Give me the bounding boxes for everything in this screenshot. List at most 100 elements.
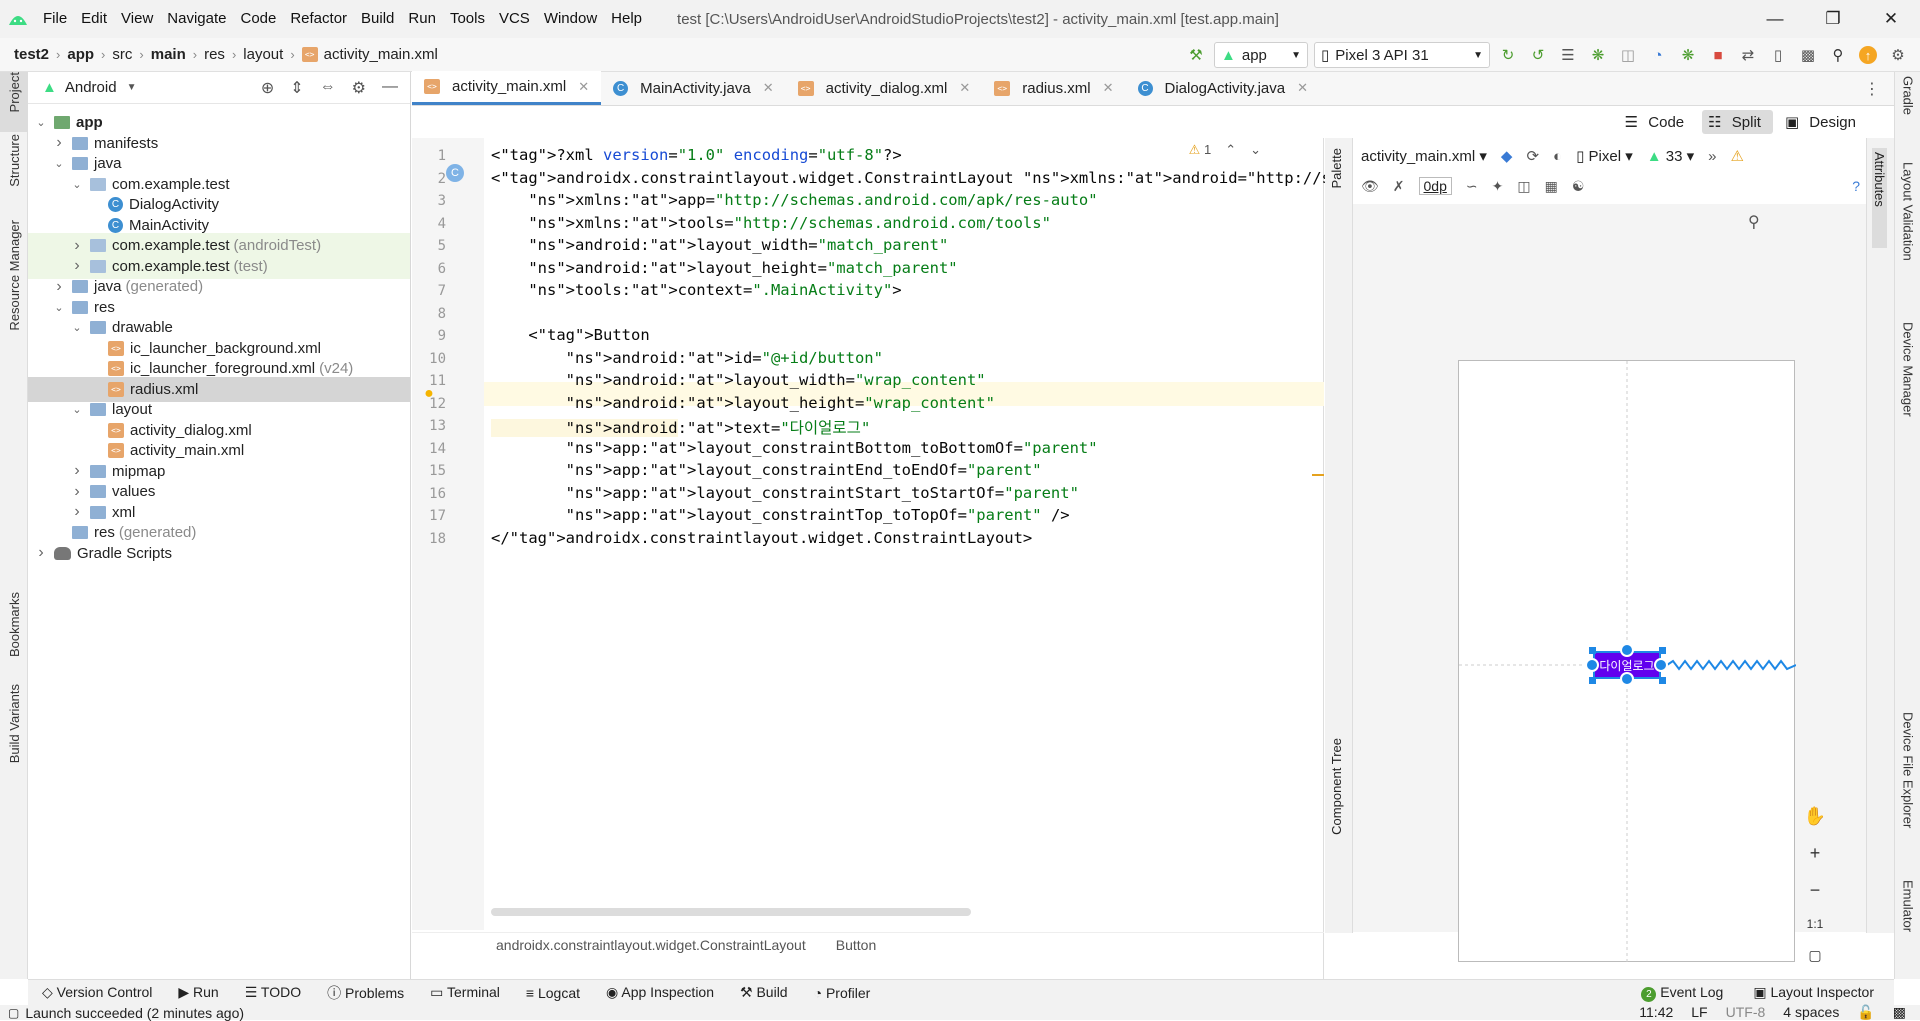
layout-inspector-tab[interactable]: ▣ Layout Inspector	[1753, 984, 1874, 1002]
constraint-end-handle[interactable]	[1654, 658, 1668, 672]
attributes-tab[interactable]: Attributes	[1872, 148, 1887, 248]
chevron-down-icon[interactable]: ⌄	[70, 178, 84, 191]
path-constraint-layout[interactable]: androidx.constraintlayout.widget.Constra…	[496, 937, 806, 953]
constraint-bottom-handle[interactable]	[1620, 672, 1634, 686]
tool-tab-resource-manager[interactable]: Resource Manager	[0, 220, 28, 336]
device-frame[interactable]: 다이얼로그	[1458, 360, 1796, 963]
api-level-select[interactable]: ▲ 33 ▾	[1647, 147, 1694, 165]
gear-icon[interactable]: ⚙	[352, 78, 366, 98]
constraint-top-handle[interactable]	[1620, 643, 1634, 657]
device-manager-icon[interactable]: ▯	[1766, 43, 1790, 67]
menu-view[interactable]: View	[114, 0, 160, 38]
chevron-right-icon[interactable]: ›	[70, 257, 84, 275]
code-line[interactable]: </"tag">androidx.constraintlayout.widget…	[491, 529, 1032, 547]
close-tab-icon[interactable]: ✕	[578, 79, 589, 95]
chevron-right-icon[interactable]: ›	[34, 544, 48, 562]
menu-help[interactable]: Help	[604, 0, 649, 38]
coverage-icon[interactable]: ◫	[1616, 43, 1640, 67]
chevron-down-icon[interactable]: ⌄	[70, 403, 84, 416]
tool-terminal[interactable]: ▭ Terminal	[430, 984, 500, 1001]
menu-navigate[interactable]: Navigate	[160, 0, 233, 38]
menu-code[interactable]: Code	[233, 0, 283, 38]
warning-marker[interactable]	[1312, 474, 1324, 476]
crumb-project[interactable]: test2	[14, 46, 49, 63]
editor-tab[interactable]: C DialogActivity.java ✕	[1126, 71, 1321, 105]
code-line[interactable]: "ns">tools:"at">context=".MainActivity">	[491, 281, 901, 299]
close-tab-icon[interactable]: ✕	[1103, 80, 1114, 96]
tool-tab-bookmarks[interactable]: Bookmarks	[0, 592, 28, 672]
pack-icon[interactable]: ◫	[1517, 178, 1530, 195]
code-line[interactable]: "ns">xmlns:"at">tools="http://schemas.an…	[491, 214, 1051, 232]
code-editor[interactable]: 1 2 3 4 5 6 7 8 9 10 11 12 13 14 15 16 17 18 <"tag">?xml …	[412, 138, 1415, 980]
lock-icon[interactable]: 🔓	[1857, 1004, 1874, 1021]
editor-tab[interactable]: <> radius.xml ✕	[982, 71, 1125, 105]
resize-handle[interactable]	[1659, 647, 1666, 654]
crumb-layout[interactable]: layout	[243, 46, 283, 63]
tool-profiler[interactable]: ◔ Profiler	[814, 985, 871, 1001]
code-line[interactable]: <"tag">Button	[491, 326, 649, 344]
resize-handle[interactable]	[1589, 677, 1596, 684]
chevron-down-icon[interactable]: ⌄	[70, 321, 84, 334]
code-line[interactable]: "ns">android:"at">text="다이얼로그"	[491, 416, 870, 438]
night-mode-icon[interactable]: ◐	[1553, 148, 1562, 165]
apply-code-changes-icon[interactable]: ↺	[1526, 43, 1550, 67]
menu-vcs[interactable]: VCS	[492, 0, 537, 38]
chevron-right-icon[interactable]: ›	[70, 462, 84, 480]
tool-tab-build-variants[interactable]: Build Variants	[0, 684, 28, 784]
infer-constraints-icon[interactable]: ✦	[1492, 178, 1504, 195]
class-gutter-icon[interactable]: C	[446, 164, 464, 182]
resize-handle[interactable]	[1589, 647, 1596, 654]
code-line[interactable]: "ns">android:"at">layout_height="match_p…	[491, 259, 957, 277]
run-config-select[interactable]: ▲ app ▼	[1214, 42, 1308, 68]
attach-debugger-icon[interactable]: ❋	[1676, 43, 1700, 67]
view-options-icon[interactable]: 👁	[1361, 178, 1379, 195]
more-options-icon[interactable]: »	[1708, 148, 1716, 165]
path-button[interactable]: Button	[836, 937, 876, 953]
chevron-right-icon[interactable]: ›	[70, 483, 84, 501]
tool-tab-layout-validation[interactable]: Layout Validation	[1895, 162, 1920, 302]
menu-edit[interactable]: Edit	[74, 0, 114, 38]
tool-tab-structure[interactable]: Structure	[0, 134, 28, 214]
device-select[interactable]: ▯ Pixel 3 API 31 ▼	[1314, 42, 1490, 68]
design-canvas[interactable]: ⚲ 다이얼로그	[1353, 204, 1866, 963]
caret-position[interactable]: 11:42	[1639, 1004, 1673, 1021]
chevron-down-icon[interactable]: ⌄	[34, 116, 48, 129]
code-line[interactable]: <"tag">?xml version="1.0" encoding="utf-…	[491, 146, 902, 164]
chevron-down-icon[interactable]: ⌄	[52, 157, 66, 170]
tree-item[interactable]: › Gradle Scripts	[28, 541, 410, 566]
sdk-manager-icon[interactable]: ▩	[1796, 43, 1820, 67]
tool-tab-device-manager[interactable]: Device Manager	[1895, 322, 1920, 442]
tool-tab-device-file-explorer[interactable]: Device File Explorer	[1895, 712, 1920, 862]
constraint-start-handle[interactable]	[1585, 658, 1599, 672]
editor-tab[interactable]: C MainActivity.java ✕	[601, 71, 786, 105]
code-line[interactable]: "ns">xmlns:"at">app="http://schemas.andr…	[491, 191, 1097, 209]
expand-all-icon[interactable]: ⇕	[290, 78, 303, 98]
status-message[interactable]: Launch succeeded (2 minutes ago)	[25, 1005, 244, 1021]
next-highlight-icon[interactable]: ⌄	[1250, 142, 1261, 158]
code-line[interactable]: <"tag">androidx.constraintlayout.widget.…	[491, 169, 1415, 187]
design-surface-icon[interactable]: ◆	[1501, 147, 1513, 165]
tool-build[interactable]: ⚒ Build	[740, 984, 788, 1001]
collapse-all-icon[interactable]: ⇔	[320, 78, 336, 98]
run-config-list-icon[interactable]: ☰	[1556, 43, 1580, 67]
component-tree-tab[interactable]: Component Tree	[1329, 738, 1344, 835]
crumb-res[interactable]: res	[204, 46, 225, 63]
tool-logcat[interactable]: ≡ Logcat	[526, 985, 580, 1001]
code-line[interactable]: "ns">android:"at">layout_height="wrap_co…	[491, 394, 995, 412]
mode-design-button[interactable]: ▣ Design	[1779, 110, 1868, 134]
tool-tab-emulator[interactable]: Emulator	[1895, 880, 1920, 960]
apply-changes-restart-icon[interactable]: ↻	[1496, 43, 1520, 67]
minimize-button[interactable]: —	[1746, 0, 1804, 38]
locate-icon[interactable]: ⊕	[261, 78, 274, 98]
chevron-right-icon[interactable]: ›	[52, 134, 66, 152]
menu-build[interactable]: Build	[354, 0, 401, 38]
search-icon[interactable]: ⚲	[1826, 43, 1850, 67]
code-line[interactable]: "ns">android:"at">layout_width="wrap_con…	[491, 371, 986, 389]
zoom-fit-icon[interactable]: ▢	[1808, 947, 1821, 964]
horizontal-scrollbar[interactable]	[491, 908, 971, 916]
profile-icon[interactable]: ◔	[1646, 43, 1670, 67]
crumb-main[interactable]: main	[151, 46, 186, 63]
debug-icon[interactable]: ❋	[1586, 43, 1610, 67]
mode-code-button[interactable]: ☰ Code	[1619, 110, 1696, 134]
autoconnect-icon[interactable]: ✗	[1393, 178, 1405, 195]
